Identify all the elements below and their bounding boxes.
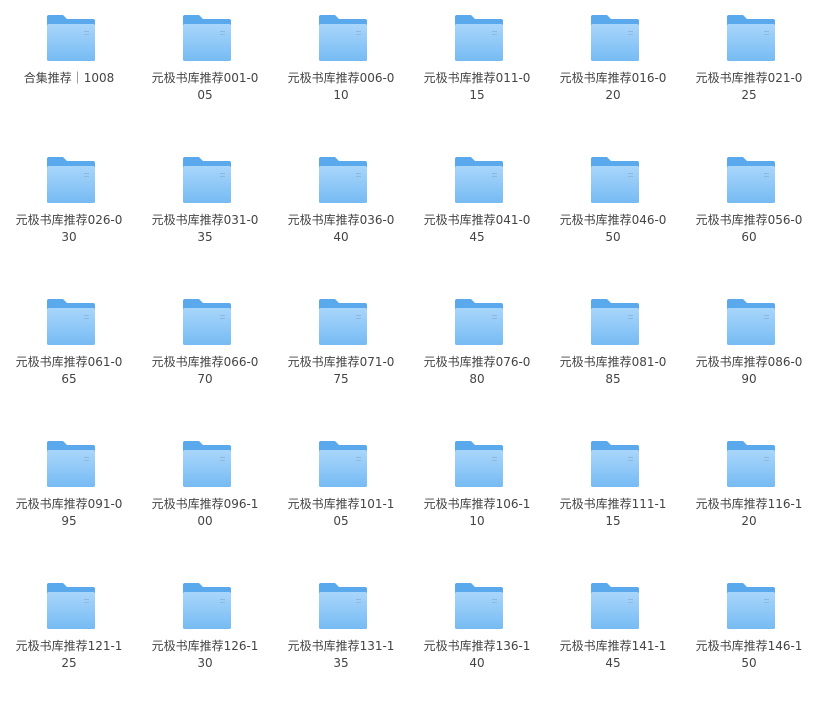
folder-item[interactable]: 元极书库推荐096-100 <box>136 426 272 568</box>
folder-item[interactable]: 元极书库推荐146-150 <box>680 568 816 710</box>
folder-icon <box>454 298 504 346</box>
folder-label: 合集推荐｜1008 <box>23 71 115 85</box>
folder-label: 元极书库推荐131-135 <box>287 639 395 670</box>
folder-icon <box>46 440 96 488</box>
folder-item[interactable]: 元极书库推荐076-080 <box>408 284 544 426</box>
folder-icon <box>182 156 232 204</box>
folder-label: 元极书库推荐101-105 <box>287 497 395 528</box>
folder-label: 元极书库推荐046-050 <box>559 213 667 244</box>
folder-label: 元极书库推荐026-030 <box>15 213 123 244</box>
folder-label: 元极书库推荐036-040 <box>287 213 395 244</box>
folder-icon <box>726 440 776 488</box>
folder-label: 元极书库推荐096-100 <box>151 497 259 528</box>
folder-label: 元极书库推荐121-125 <box>15 639 123 670</box>
folder-icon <box>454 440 504 488</box>
folder-item[interactable]: 元极书库推荐041-045 <box>408 142 544 284</box>
folder-item[interactable]: 元极书库推荐016-020 <box>544 0 680 142</box>
folder-icon <box>590 582 640 630</box>
folder-label: 元极书库推荐016-020 <box>559 71 667 102</box>
folder-item[interactable]: 元极书库推荐031-035 <box>136 142 272 284</box>
folder-label: 元极书库推荐056-060 <box>695 213 803 244</box>
folder-label: 元极书库推荐021-025 <box>695 71 803 102</box>
folder-label: 元极书库推荐076-080 <box>423 355 531 386</box>
folder-label: 元极书库推荐001-005 <box>151 71 259 102</box>
folder-item[interactable]: 元极书库推荐061-065 <box>0 284 136 426</box>
folder-item[interactable]: 元极书库推荐066-070 <box>136 284 272 426</box>
folder-item[interactable]: 元极书库推荐141-145 <box>544 568 680 710</box>
folder-item[interactable]: 元极书库推荐131-135 <box>272 568 408 710</box>
folder-item[interactable]: 元极书库推荐046-050 <box>544 142 680 284</box>
folder-icon <box>454 156 504 204</box>
folder-grid: 合集推荐｜1008 元极书库推荐001-005 元极书库推荐006-010 元极… <box>0 0 820 702</box>
folder-icon <box>454 14 504 62</box>
folder-icon <box>46 156 96 204</box>
folder-label: 元极书库推荐011-015 <box>423 71 531 102</box>
folder-item[interactable]: 元极书库推荐136-140 <box>408 568 544 710</box>
folder-icon <box>46 582 96 630</box>
folder-item[interactable]: 元极书库推荐111-115 <box>544 426 680 568</box>
folder-item[interactable]: 元极书库推荐056-060 <box>680 142 816 284</box>
folder-icon <box>726 156 776 204</box>
folder-icon <box>182 14 232 62</box>
folder-icon <box>590 156 640 204</box>
folder-item[interactable]: 元极书库推荐011-015 <box>408 0 544 142</box>
folder-item[interactable]: 元极书库推荐006-010 <box>272 0 408 142</box>
folder-item[interactable]: 元极书库推荐036-040 <box>272 142 408 284</box>
folder-item[interactable]: 元极书库推荐081-085 <box>544 284 680 426</box>
folder-icon <box>318 14 368 62</box>
folder-label: 元极书库推荐091-095 <box>15 497 123 528</box>
folder-label: 元极书库推荐071-075 <box>287 355 395 386</box>
folder-icon <box>590 440 640 488</box>
folder-label: 元极书库推荐136-140 <box>423 639 531 670</box>
folder-label: 元极书库推荐116-120 <box>695 497 803 528</box>
folder-label: 元极书库推荐141-145 <box>559 639 667 670</box>
folder-item[interactable]: 元极书库推荐026-030 <box>0 142 136 284</box>
folder-label: 元极书库推荐041-045 <box>423 213 531 244</box>
folder-item[interactable]: 元极书库推荐021-025 <box>680 0 816 142</box>
folder-item[interactable]: 元极书库推荐106-110 <box>408 426 544 568</box>
folder-icon <box>318 156 368 204</box>
folder-item[interactable]: 元极书库推荐071-075 <box>272 284 408 426</box>
folder-icon <box>726 582 776 630</box>
folder-label: 元极书库推荐146-150 <box>695 639 803 670</box>
folder-item[interactable]: 元极书库推荐126-130 <box>136 568 272 710</box>
folder-label: 元极书库推荐111-115 <box>559 497 667 528</box>
folder-label: 元极书库推荐066-070 <box>151 355 259 386</box>
folder-icon <box>726 14 776 62</box>
folder-item[interactable]: 元极书库推荐086-090 <box>680 284 816 426</box>
folder-label: 元极书库推荐106-110 <box>423 497 531 528</box>
folder-label: 元极书库推荐081-085 <box>559 355 667 386</box>
folder-icon <box>726 298 776 346</box>
folder-label: 元极书库推荐031-035 <box>151 213 259 244</box>
folder-icon <box>182 582 232 630</box>
folder-icon <box>46 298 96 346</box>
folder-icon <box>318 582 368 630</box>
folder-icon <box>46 14 96 62</box>
folder-label: 元极书库推荐006-010 <box>287 71 395 102</box>
folder-icon <box>318 440 368 488</box>
folder-label: 元极书库推荐126-130 <box>151 639 259 670</box>
folder-icon <box>182 440 232 488</box>
folder-icon <box>182 298 232 346</box>
folder-label: 元极书库推荐061-065 <box>15 355 123 386</box>
folder-item[interactable]: 元极书库推荐101-105 <box>272 426 408 568</box>
folder-label: 元极书库推荐086-090 <box>695 355 803 386</box>
folder-item[interactable]: 元极书库推荐091-095 <box>0 426 136 568</box>
folder-icon <box>318 298 368 346</box>
folder-icon <box>454 582 504 630</box>
folder-item[interactable]: 元极书库推荐116-120 <box>680 426 816 568</box>
folder-item[interactable]: 元极书库推荐001-005 <box>136 0 272 142</box>
folder-item[interactable]: 元极书库推荐121-125 <box>0 568 136 710</box>
folder-icon <box>590 14 640 62</box>
folder-item[interactable]: 合集推荐｜1008 <box>0 0 136 142</box>
folder-icon <box>590 298 640 346</box>
